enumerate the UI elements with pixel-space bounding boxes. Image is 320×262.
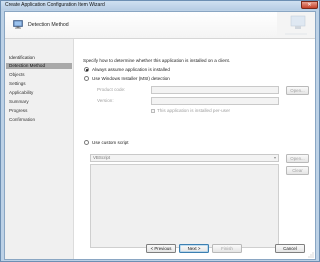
wizard-sidebar: Identification Detection Method Objects … xyxy=(5,39,74,259)
resize-grip-icon[interactable] xyxy=(308,252,314,258)
product-code-label: Product code: xyxy=(97,87,126,92)
cancel-label: Cancel xyxy=(283,246,297,251)
sidebar-item-summary[interactable]: Summary xyxy=(9,99,29,104)
sidebar-item-confirmation[interactable]: Confirmation xyxy=(9,117,35,122)
next-button[interactable]: Next > xyxy=(179,244,209,253)
custom-script-label: Use custom script xyxy=(92,140,129,145)
close-button[interactable]: ✕ xyxy=(301,1,318,9)
wizard-header: Detection Method xyxy=(5,12,315,39)
window-title: Create Application Configuration Item Wi… xyxy=(5,2,105,8)
cancel-button[interactable]: Cancel xyxy=(275,244,305,253)
script-open-button[interactable]: Open... xyxy=(286,154,309,163)
banner-graphic xyxy=(277,12,315,38)
version-label: Version: xyxy=(97,98,114,103)
wizard-window: Create Application Configuration Item Wi… xyxy=(0,0,320,262)
script-editor[interactable] xyxy=(90,164,279,248)
script-language-select[interactable]: VBScript xyxy=(90,154,279,162)
always-installed-label: Always assume application is installed xyxy=(92,67,170,72)
previous-label: < Previous xyxy=(150,246,172,251)
script-open-label: Open... xyxy=(290,156,305,161)
wizard-client: Detection Method Identification Detectio… xyxy=(4,11,316,260)
next-label: Next > xyxy=(187,246,201,251)
computer-icon xyxy=(13,20,23,29)
sidebar-item-progress[interactable]: Progress xyxy=(9,108,27,113)
finish-button[interactable]: Finish xyxy=(212,244,242,253)
instruction-text: Specify how to determine whether this ap… xyxy=(83,58,231,63)
chevron-down-icon xyxy=(274,157,276,159)
always-installed-radio[interactable] xyxy=(84,67,89,72)
sidebar-item-identification[interactable]: Identification xyxy=(9,55,35,60)
version-field[interactable] xyxy=(151,97,279,105)
title-bar: Create Application Configuration Item Wi… xyxy=(1,1,319,10)
custom-script-radio[interactable] xyxy=(84,140,89,145)
script-clear-button[interactable]: Clear xyxy=(286,166,309,175)
sidebar-item-detection-method[interactable]: Detection Method xyxy=(6,63,72,69)
detection-method-panel: Specify how to determine whether this ap… xyxy=(75,39,313,248)
finish-label: Finish xyxy=(221,246,233,251)
product-code-field[interactable] xyxy=(151,86,279,94)
page-title: Detection Method xyxy=(28,22,69,28)
sidebar-item-objects[interactable]: Objects xyxy=(9,72,25,77)
msi-open-button[interactable]: Open... xyxy=(286,86,309,95)
per-user-label: This application is installed per-user xyxy=(157,108,231,113)
close-icon: ✕ xyxy=(307,2,312,8)
script-language-value: VBScript xyxy=(93,155,111,160)
script-clear-label: Clear xyxy=(292,168,303,173)
msi-open-label: Open... xyxy=(290,88,305,93)
previous-button[interactable]: < Previous xyxy=(146,244,176,253)
sidebar-item-applicability[interactable]: Applicability xyxy=(9,90,33,95)
per-user-checkbox[interactable] xyxy=(151,109,155,113)
sidebar-item-settings[interactable]: Settings xyxy=(9,81,26,86)
msi-detection-label: Use Windows Installer (MSI) detection xyxy=(92,76,170,81)
sidebar-item-label: Detection Method xyxy=(9,63,46,68)
msi-detection-radio[interactable] xyxy=(84,76,89,81)
